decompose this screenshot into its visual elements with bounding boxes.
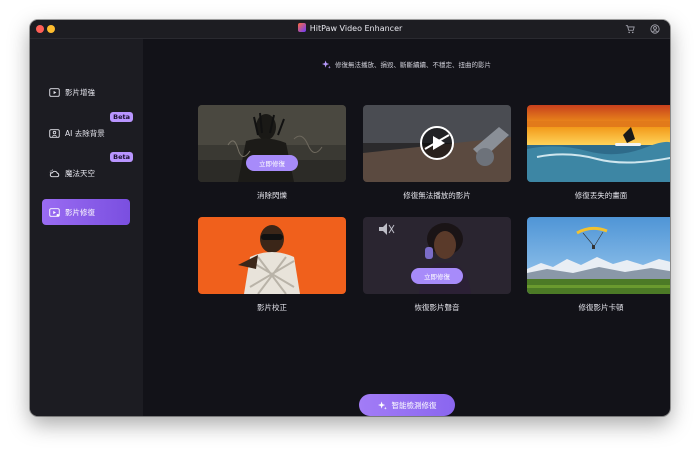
sidebar-item-label: 魔法天空 [65,168,95,178]
beta-badge: Beta [110,152,133,162]
card-thumbnail: 立即修復 [363,217,511,294]
sidebar-item-label: AI 去除背景 [65,128,105,138]
card-label: 修復無法播放的影片 [403,191,471,200]
sidebar-item-video-enhance[interactable]: 影片增強 [42,79,130,105]
card-label: 恢復影片聲音 [414,303,460,312]
card-label: 消除閃爍 [257,191,287,200]
card-label: 修復影片卡頓 [578,303,624,312]
cloud-sky-icon [49,168,60,177]
title-bar: HitPaw Video Enhancer [30,20,670,39]
sidebar: 影片增強 AI 去除背景 Beta 魔法天空 Beta 影片修復 [30,39,143,416]
sidebar-item-label: 影片修復 [65,207,95,217]
cart-icon[interactable] [625,24,635,34]
account-icon[interactable] [650,24,660,34]
sidebar-item-magic-sky[interactable]: 魔法天空 Beta [42,152,133,186]
window-title-text: HitPaw Video Enhancer [309,24,403,33]
card-label: 修復丟失的畫面 [574,191,628,200]
card-thumbnail [527,105,670,182]
window-title: HitPaw Video Enhancer [30,23,670,35]
beta-badge: Beta [110,112,133,122]
video-repair-icon [49,207,60,217]
card-thumbnail [527,217,670,294]
repair-now-button[interactable]: 立即修復 [246,155,298,171]
repair-now-button[interactable]: 立即修復 [411,268,463,284]
app-window: HitPaw Video Enhancer 影片增強 AI 去除背景 Beta … [30,20,670,416]
card-label: 影片校正 [257,303,287,312]
card-thumbnail [363,105,511,182]
smart-detect-repair-button[interactable]: 智能檢測修復 [359,394,455,416]
page-subtitle-text: 修復無法播放、損毀、斷斷續續、不穩定、扭曲的影片 [335,61,491,69]
card-thumbnail [198,217,346,294]
ai-portrait-icon [49,128,60,138]
sparkle-icon [377,400,387,410]
main-content: 修復無法播放、損毀、斷斷續續、不穩定、扭曲的影片 立即修復 消除閃爍 修復無法播… [143,39,670,416]
card-thumbnail: 立即修復 [198,105,346,182]
sidebar-item-label: 影片增強 [65,87,95,97]
video-enhance-icon [49,87,60,97]
app-logo-icon [297,23,306,32]
sparkle-icon [322,60,331,69]
sidebar-item-video-repair[interactable]: 影片修復 [42,199,130,225]
smart-detect-repair-label: 智能檢測修復 [391,400,437,410]
sidebar-item-ai-remove-background[interactable]: AI 去除背景 Beta [42,112,133,146]
page-subtitle: 修復無法播放、損毀、斷斷續續、不穩定、扭曲的影片 [143,60,670,70]
